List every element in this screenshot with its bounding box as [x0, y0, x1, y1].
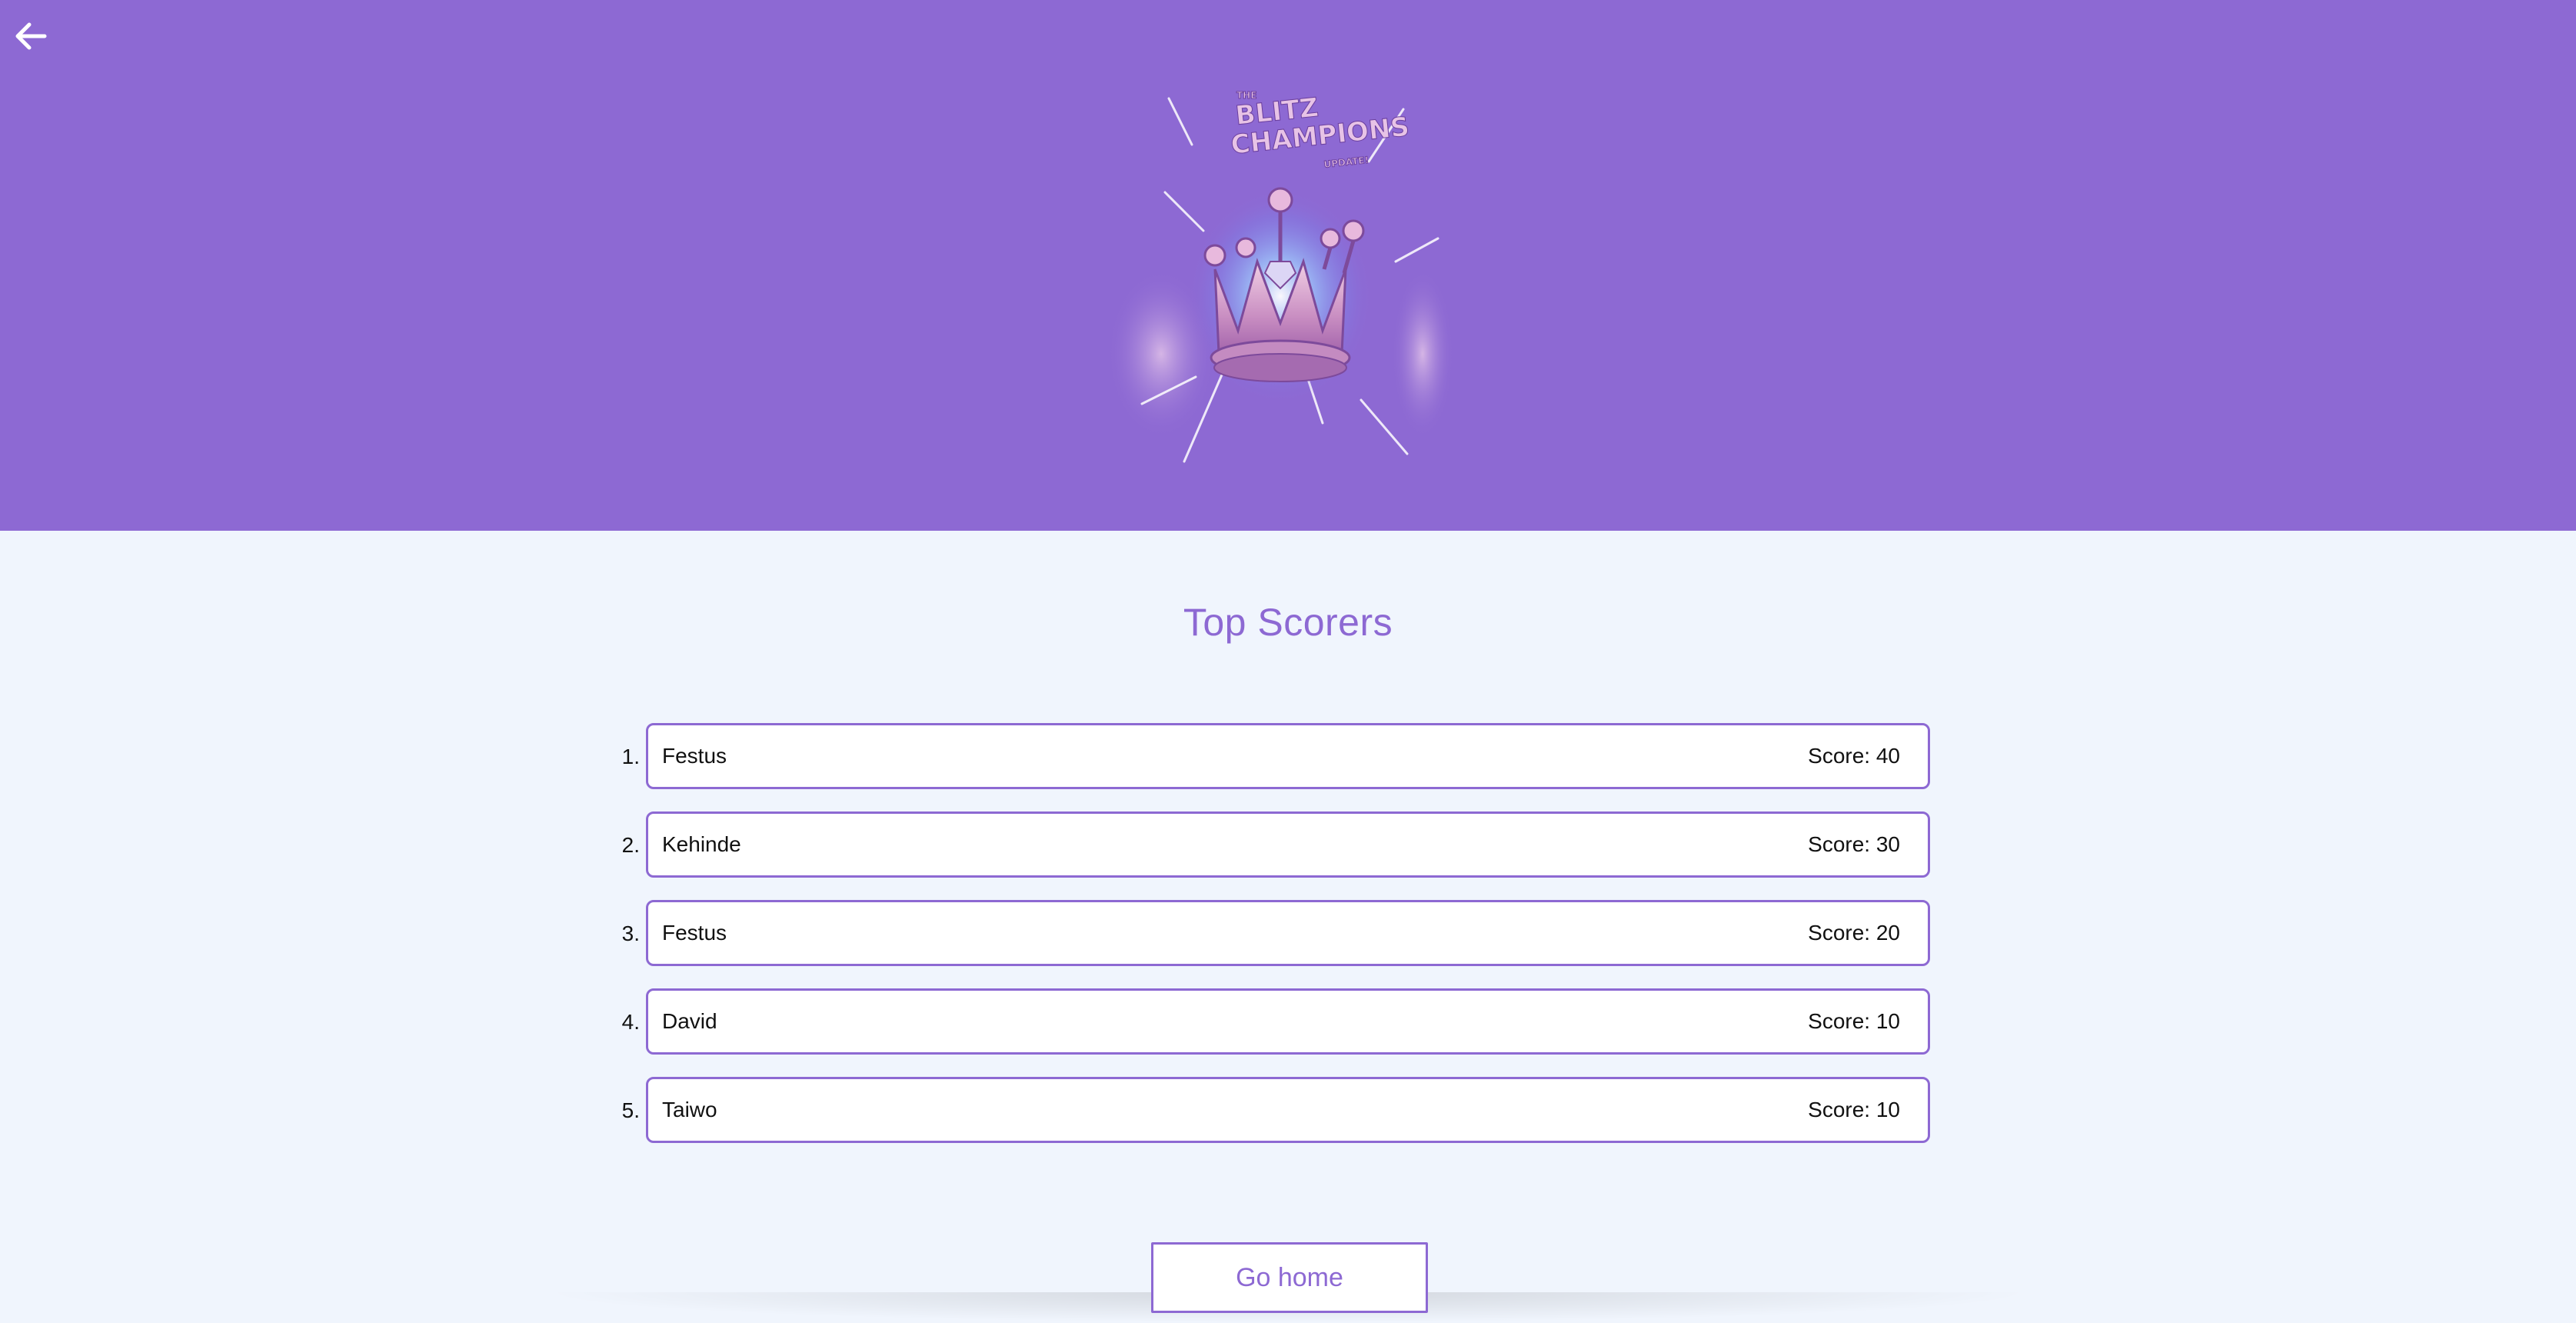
crown-logo-image: THE BLITZ CHAMPIONS UPDATE! — [1107, 90, 1453, 463]
rank-number: 2. — [621, 833, 640, 857]
list-item: 2. Kehinde Score: 30 — [607, 811, 1938, 881]
back-button[interactable] — [11, 15, 52, 57]
list-item: 4. David Score: 10 — [607, 988, 1938, 1058]
list-item: 1. Festus Score: 40 — [607, 723, 1938, 792]
scorer-card: Taiwo Score: 10 — [646, 1077, 1930, 1143]
scorer-card: Festus Score: 40 — [646, 723, 1930, 789]
scorer-card: David Score: 10 — [646, 988, 1930, 1055]
rank-number: 5. — [621, 1098, 640, 1122]
rank-number: 3. — [621, 921, 640, 945]
crown-illustration: THE BLITZ CHAMPIONS UPDATE! — [1100, 77, 1461, 477]
list-item: 5. Taiwo Score: 10 — [607, 1077, 1938, 1146]
scorer-name: Festus — [662, 744, 727, 768]
hero-banner: THE BLITZ CHAMPIONS UPDATE! — [0, 0, 2576, 531]
scorer-score: Score: 20 — [1808, 921, 1900, 945]
list-item: 3. Festus Score: 20 — [607, 900, 1938, 969]
scorer-score: Score: 10 — [1808, 1009, 1900, 1033]
svg-text:UPDATE!: UPDATE! — [1323, 155, 1370, 170]
scorer-score: Score: 10 — [1808, 1098, 1900, 1121]
scorer-card: Festus Score: 20 — [646, 900, 1930, 966]
scorer-card: Kehinde Score: 30 — [646, 811, 1930, 878]
scorer-name: Kehinde — [662, 832, 741, 856]
arrow-left-icon — [15, 22, 47, 50]
rank-number: 4. — [621, 1010, 640, 1034]
scorer-score: Score: 40 — [1808, 744, 1900, 768]
page-title: Top Scorers — [1183, 601, 1393, 644]
rank-number: 1. — [621, 745, 640, 768]
scorers-list: 1. Festus Score: 40 2. Kehinde Score: 30… — [607, 723, 1938, 1165]
go-home-button[interactable]: Go home — [1151, 1242, 1428, 1313]
scorer-name: David — [662, 1009, 717, 1033]
scorer-name: Festus — [662, 921, 727, 945]
scorer-name: Taiwo — [662, 1098, 717, 1121]
scorer-score: Score: 30 — [1808, 832, 1900, 856]
